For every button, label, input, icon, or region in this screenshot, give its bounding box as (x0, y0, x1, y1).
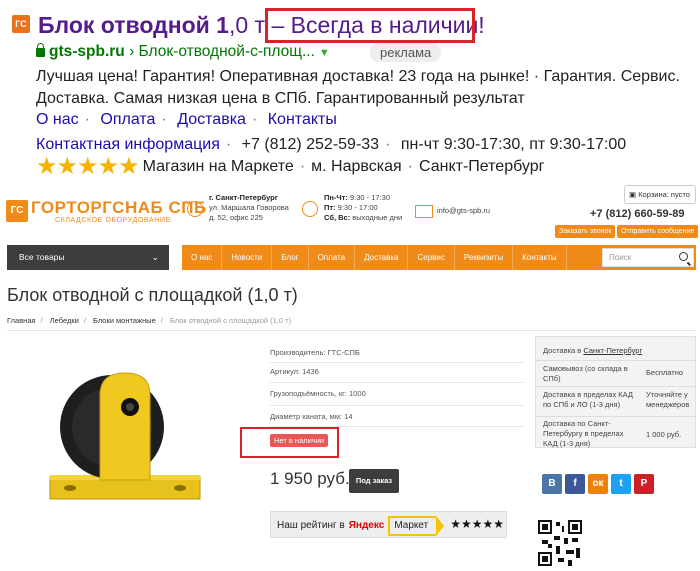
sitelink-delivery[interactable]: Доставка (177, 111, 246, 128)
nav-news[interactable]: Новости (222, 245, 273, 270)
delivery-city-link[interactable]: Санкт-Петербург (583, 346, 642, 355)
ad-url-path: › Блок-отводной-с-площ... (129, 43, 315, 60)
mail-icon (415, 205, 433, 218)
delivery-row-value: Уточняйте у менеджеров (646, 390, 690, 409)
all-goods-label: Все товары (19, 252, 65, 262)
all-goods-dropdown[interactable]: Все товары ⌄ (7, 245, 169, 270)
nav-payment[interactable]: Оплата (309, 245, 356, 270)
delivery-row-label: Доставка по Санкт-Петербургу в пределах … (543, 419, 624, 448)
highlight-box-availability (265, 8, 475, 43)
delivery-panel: Доставка в Санкт-Петербург Самовывоз (со… (535, 336, 696, 448)
pinterest-icon[interactable]: P (634, 474, 654, 494)
nav-delivery[interactable]: Доставка (355, 245, 409, 270)
logo-subtitle: СКЛАДСКОЕ ОБОРУДОВАНИЕ (55, 217, 171, 224)
header-address: г. Санкт-Петербург ул. Маршала Говорова д.… (209, 193, 289, 222)
ad-rating-row: ★★★★★ Магазин на Маркете · м. Нарвская · Санк… (36, 153, 545, 180)
stock-badge: Нет в наличии (270, 434, 329, 447)
nav-contacts[interactable]: Контакты (513, 245, 567, 270)
market-rating-badge[interactable]: Наш рейтинг в Яндекс Маркет ★★★★★ (270, 511, 507, 538)
product-price: 1 950 руб. (270, 469, 350, 488)
delivery-row-label: Самовывоз (со склада в СПб) (543, 364, 628, 383)
rating-label: Наш рейтинг в (277, 520, 345, 531)
crumb-winches[interactable]: Лебедки (50, 316, 79, 325)
ad-sitelinks: О нас · Оплата · Доставка · Контакты (36, 111, 337, 128)
dropdown-triangle-icon[interactable]: ▼ (319, 47, 330, 59)
ad-hours: пн-чт 9:30-17:30, пт 9:30-17:00 (400, 136, 627, 153)
yandex-logo: Яндекс (348, 520, 385, 531)
odnoklassniki-icon[interactable]: ок (588, 474, 608, 494)
ad-url-domain: gts-spb.ru (49, 43, 125, 60)
rating-stars: ★★★★★ (450, 517, 504, 531)
crumb-blocks[interactable]: Блоки монтажные (93, 316, 156, 325)
prop-article: Артикул: 1436 (270, 367, 319, 376)
location-pin-icon (187, 201, 203, 217)
market-logo: Маркет (388, 516, 445, 536)
nav-requisites[interactable]: Реквизиты (455, 245, 514, 270)
chevron-down-icon: ⌄ (151, 252, 159, 262)
cart-button[interactable]: ▣ Корзина: пусто (624, 185, 696, 204)
logo-icon[interactable]: ГС (6, 200, 28, 222)
delivery-row-label: Доставка в пределах КАД по СПб и ЛО (1-3… (543, 390, 633, 409)
breadcrumb: Главная / Лебедки / Блоки монтажные / Блок … (7, 316, 292, 325)
delivery-row-value: Бесплатно (646, 368, 684, 377)
ad-contact-row: Контактная информация · +7 (812) 252-59-3… (36, 136, 627, 153)
contact-info-link[interactable]: Контактная информация (36, 136, 220, 153)
ad-title-main: Блок отводной 1 (38, 12, 229, 38)
ad-phone[interactable]: +7 (812) 252-59-33 (242, 136, 379, 153)
prop-manufacturer: Производитель: ГТС-СПБ (270, 348, 360, 357)
ad-description: Лучшая цена! Гарантия! Оперативная доста… (36, 68, 680, 107)
callback-button[interactable]: Заказать звонок (555, 225, 616, 238)
crumb-current: Блок отводной с площадкой (1,0 т) (169, 316, 292, 325)
ad-metro[interactable]: м. Нарвская (311, 158, 401, 175)
twitter-icon[interactable]: t (611, 474, 631, 494)
divider (270, 382, 525, 383)
sitelink-about[interactable]: О нас (36, 111, 79, 128)
ad-badge: реклама (370, 43, 442, 62)
cart-label: Корзина: пусто (638, 190, 690, 199)
rating-stars-icon: ★★★★★ (36, 153, 140, 180)
nav-blog[interactable]: Блог (272, 245, 309, 270)
nav-service[interactable]: Сервис (408, 245, 455, 270)
send-message-button[interactable]: Отправить сообщение (617, 225, 699, 238)
product-image[interactable] (40, 365, 215, 515)
page-title: Блок отводной с площадкой (1,0 т) (7, 285, 298, 305)
sitelink-contacts[interactable]: Контакты (268, 111, 337, 128)
header-phone[interactable]: +7 (812) 660-59-89 (590, 208, 684, 220)
cart-icon: ▣ (629, 190, 637, 199)
qr-code-icon (538, 520, 582, 566)
prop-capacity: Грузоподъёмность, кг: 1000 (270, 389, 366, 398)
delivery-head: Доставка в Санкт-Петербург (543, 346, 643, 355)
header-hours: Пн-Чт: 9:30 - 17:30 Пт: 9:30 - 17:00 Сб,… (324, 193, 403, 222)
crumb-home[interactable]: Главная (7, 316, 36, 325)
logo-name[interactable]: ГОРТОРГСНАБ СПБ (31, 198, 207, 218)
market-label[interactable]: Магазин на Маркете (143, 158, 294, 175)
prop-rope-diameter: Диаметр каната, мм: 14 (270, 412, 353, 421)
nav-about[interactable]: О нас (182, 245, 223, 270)
vk-icon[interactable]: В (542, 474, 562, 494)
site-favicon: ГС (12, 15, 30, 33)
search-icon[interactable] (679, 252, 688, 261)
header-email[interactable]: info@gts-spb.ru (437, 206, 490, 216)
divider (7, 330, 696, 331)
sitelink-payment[interactable]: Оплата (100, 111, 155, 128)
divider (270, 362, 525, 363)
delivery-row-value: 1 000 руб. (646, 430, 682, 439)
search-input[interactable]: Поиск (602, 248, 694, 267)
lock-icon (36, 43, 45, 57)
divider (270, 405, 525, 406)
ad-city: Санкт-Петербург (418, 158, 545, 175)
ad-url[interactable]: gts-spb.ru › Блок-отводной-с-площ... ▼ (36, 42, 330, 63)
facebook-icon[interactable]: f (565, 474, 585, 494)
clock-icon (302, 201, 318, 217)
order-button[interactable]: Под заказ (349, 469, 399, 493)
